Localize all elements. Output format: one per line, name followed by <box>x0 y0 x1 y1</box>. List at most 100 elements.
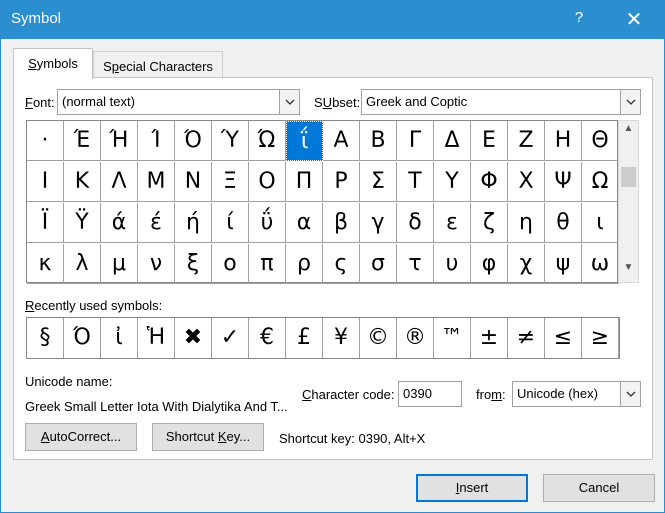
recent-symbol-cell[interactable]: ✓ <box>212 318 249 358</box>
symbol-cell[interactable]: Ϊ <box>27 203 64 243</box>
symbol-cell[interactable]: ς <box>323 244 360 284</box>
symbol-cell[interactable]: Ο <box>249 162 286 202</box>
symbol-cell[interactable]: ή <box>175 203 212 243</box>
symbol-cell[interactable]: ο <box>212 244 249 284</box>
chevron-down-icon[interactable] <box>620 382 640 406</box>
cancel-button[interactable]: Cancel <box>543 474 655 502</box>
symbol-cell[interactable]: Γ <box>397 121 434 161</box>
symbol-cell[interactable]: Ό <box>175 121 212 161</box>
recent-symbol-cell[interactable]: ≠ <box>508 318 545 358</box>
symbol-cell[interactable]: Μ <box>138 162 175 202</box>
symbol-cell[interactable]: Π <box>286 162 323 202</box>
symbol-cell[interactable]: δ <box>397 203 434 243</box>
recent-symbol-cell[interactable]: ± <box>471 318 508 358</box>
symbol-cell[interactable]: Έ <box>64 121 101 161</box>
symbol-cell[interactable]: ω <box>582 244 619 284</box>
symbol-cell[interactable]: Β <box>360 121 397 161</box>
recent-symbol-cell[interactable]: ¥ <box>323 318 360 358</box>
symbol-cell[interactable]: σ <box>360 244 397 284</box>
symbol-cell[interactable]: Ξ <box>212 162 249 202</box>
symbol-cell[interactable]: Ύ <box>212 121 249 161</box>
symbol-cell[interactable]: ΰ <box>249 203 286 243</box>
recent-symbol-cell[interactable]: ✖ <box>175 318 212 358</box>
from-select[interactable]: Unicode (hex) <box>512 381 641 407</box>
insert-button[interactable]: Insert <box>416 474 528 502</box>
shortcut-key-button[interactable]: Shortcut Key... <box>152 423 264 451</box>
symbol-cell[interactable]: Τ <box>397 162 434 202</box>
symbol-cell[interactable]: κ <box>27 244 64 284</box>
recent-symbol-cell[interactable]: Ἡ <box>138 318 175 358</box>
scroll-thumb[interactable] <box>621 167 636 187</box>
symbol-cell[interactable]: Η <box>545 121 582 161</box>
symbol-cell[interactable]: χ <box>508 244 545 284</box>
chevron-down-icon[interactable] <box>279 90 299 114</box>
symbol-cell[interactable]: · <box>27 121 64 161</box>
symbol-cell[interactable]: π <box>249 244 286 284</box>
symbol-cell[interactable]: Ϋ <box>64 203 101 243</box>
recent-symbol-cell[interactable]: £ <box>286 318 323 358</box>
symbol-cell[interactable]: τ <box>397 244 434 284</box>
symbol-cell[interactable]: Ω <box>582 162 619 202</box>
symbol-cell[interactable]: Φ <box>471 162 508 202</box>
symbol-cell[interactable]: φ <box>471 244 508 284</box>
symbol-cell[interactable]: ζ <box>471 203 508 243</box>
symbol-cell[interactable]: Ι <box>27 162 64 202</box>
symbol-cell[interactable]: ψ <box>545 244 582 284</box>
symbol-cell[interactable]: λ <box>64 244 101 284</box>
symbol-cell[interactable]: Ψ <box>545 162 582 202</box>
symbol-cell[interactable]: ε <box>434 203 471 243</box>
symbol-cell[interactable]: Κ <box>64 162 101 202</box>
autocorrect-button[interactable]: AutoCorrect... <box>25 423 137 451</box>
chevron-down-icon[interactable] <box>620 90 640 114</box>
recent-symbol-cell[interactable]: ≥ <box>582 318 619 358</box>
symbol-grid[interactable]: · Έ Ή Ί Ό Ύ Ώΐ Α Β Γ Δ Ε Ζ Η Θ Ι Κ Λ Μ Ν Ξ Ο Π Ρ Σ Τ Υ Φ Χ Ψ Ω Ϊ Ϋά έ ή ί ΰ α… <box>26 120 619 284</box>
scroll-up-icon[interactable]: ▲ <box>619 123 638 141</box>
symbol-cell[interactable]: Χ <box>508 162 545 202</box>
symbol-cell[interactable]: Α <box>323 121 360 161</box>
recent-symbol-cell[interactable]: ἰ <box>101 318 138 358</box>
symbol-cell[interactable]: γ <box>360 203 397 243</box>
character-code-input[interactable]: 0390 <box>398 381 462 407</box>
symbol-cell[interactable]: α <box>286 203 323 243</box>
symbol-cell[interactable]: ί <box>212 203 249 243</box>
symbol-cell[interactable]: β <box>323 203 360 243</box>
tab-special-characters[interactable]: Special Characters <box>93 51 223 78</box>
symbol-cell[interactable]: υ <box>434 244 471 284</box>
recent-symbol-cell[interactable]: ™ <box>434 318 471 358</box>
recent-symbol-cell[interactable]: ≤ <box>545 318 582 358</box>
subset-select[interactable]: Greek and Coptic <box>361 89 641 115</box>
symbol-cell[interactable]: ΐ <box>286 121 323 161</box>
close-button[interactable]: ✕ <box>621 7 647 33</box>
symbol-cell[interactable]: ξ <box>175 244 212 284</box>
symbol-cell[interactable]: έ <box>138 203 175 243</box>
symbol-cell[interactable]: Σ <box>360 162 397 202</box>
symbol-cell[interactable]: η <box>508 203 545 243</box>
symbol-cell[interactable]: Ε <box>471 121 508 161</box>
recent-symbol-cell[interactable]: © <box>360 318 397 358</box>
scroll-down-icon[interactable]: ▼ <box>619 262 638 280</box>
help-button[interactable]: ? <box>569 9 589 26</box>
symbol-cell[interactable]: Ρ <box>323 162 360 202</box>
symbol-cell[interactable]: μ <box>101 244 138 284</box>
symbol-cell[interactable]: Ί <box>138 121 175 161</box>
recent-symbol-cell[interactable]: § <box>27 318 64 358</box>
symbol-cell[interactable]: ν <box>138 244 175 284</box>
symbol-cell[interactable]: Υ <box>434 162 471 202</box>
tab-symbols[interactable]: Symbols <box>13 48 93 79</box>
symbol-cell[interactable]: ι <box>582 203 619 243</box>
symbol-cell[interactable]: Θ <box>582 121 619 161</box>
recent-symbols-row[interactable]: § Όἰ Ἡ ✖ ✓ € £ ¥ © ® ™ ± ≠ ≤ ≥ <box>26 317 620 359</box>
symbol-cell[interactable]: Ή <box>101 121 138 161</box>
symbol-cell[interactable]: Λ <box>101 162 138 202</box>
symbol-cell[interactable]: Δ <box>434 121 471 161</box>
symbol-cell[interactable]: Ζ <box>508 121 545 161</box>
symbol-cell[interactable]: Ώ <box>249 121 286 161</box>
font-select[interactable]: (normal text) <box>57 89 300 115</box>
recent-symbol-cell[interactable]: Ό <box>64 318 101 358</box>
recent-symbol-cell[interactable]: € <box>249 318 286 358</box>
symbol-cell[interactable]: ρ <box>286 244 323 284</box>
symbol-cell[interactable]: θ <box>545 203 582 243</box>
symbol-cell[interactable]: ά <box>101 203 138 243</box>
symbol-grid-scrollbar[interactable]: ▲ ▼ <box>618 120 639 283</box>
symbol-cell[interactable]: Ν <box>175 162 212 202</box>
